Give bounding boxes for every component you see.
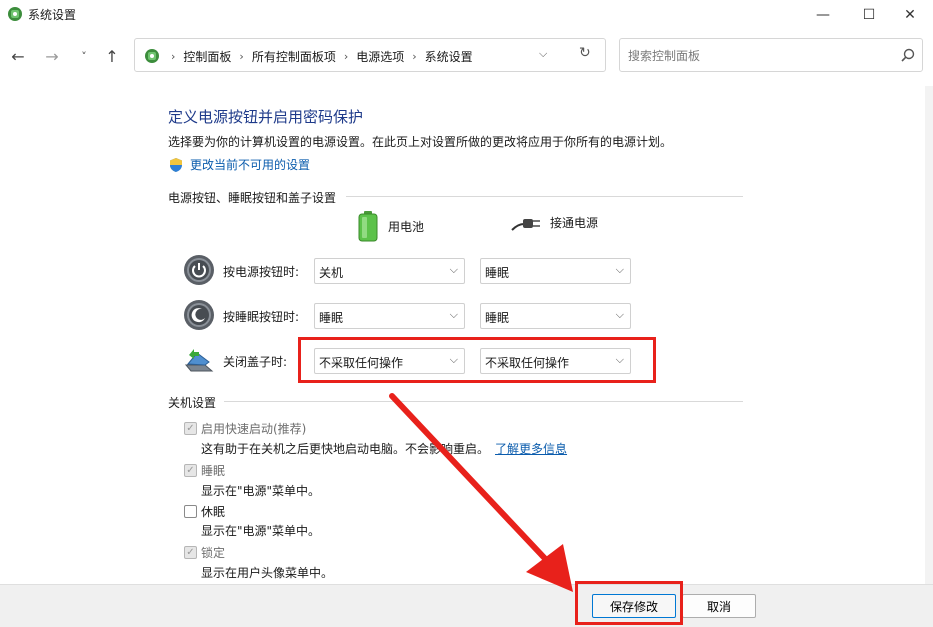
breadcrumb-power-options[interactable]: 电源选项 <box>356 48 404 65</box>
sleep-checkbox-description: 显示在"电源"菜单中。 <box>201 484 321 498</box>
breadcrumb: › 控制面板 › 所有控制面板项 › 电源选项 › 系统设置 <box>171 48 473 65</box>
learn-more-link[interactable]: 了解更多信息 <box>495 442 567 456</box>
annotation-highlight-save-button <box>575 581 683 625</box>
plugged-column-header: 接通电源 <box>510 210 598 234</box>
sleep-button-plugged-select[interactable]: 睡眠 ⌵ <box>480 303 631 329</box>
change-settings-link[interactable]: 更改当前不可用的设置 <box>168 156 310 173</box>
breadcrumb-system-settings[interactable]: 系统设置 <box>425 48 473 65</box>
close-button[interactable]: ✕ <box>887 0 933 30</box>
navigation-bar: ← → ˅ ↑ › 控制面板 › 所有控制面板项 › 电源选项 › 系统设置 ⌵… <box>0 30 933 86</box>
search-box[interactable] <box>619 38 923 72</box>
chevron-down-icon[interactable]: ⌵ <box>539 47 547 61</box>
hibernate-checkbox[interactable] <box>184 505 197 518</box>
hibernate-checkbox-label: 休眠 <box>201 505 226 519</box>
title-bar: 系统设置 — ☐ ✕ <box>0 0 933 30</box>
lock-checkbox-label: 锁定 <box>201 546 226 560</box>
chevron-right-icon: › <box>171 50 176 63</box>
cancel-button[interactable]: 取消 <box>682 594 756 618</box>
search-icon[interactable] <box>900 47 916 63</box>
select-value: 睡眠 <box>319 311 344 325</box>
power-button-label: 按电源按钮时: <box>223 265 300 279</box>
sleep-button-icon <box>184 300 214 330</box>
hibernate-checkbox-description: 显示在"电源"菜单中。 <box>201 524 321 538</box>
power-button-icon <box>184 255 214 285</box>
search-input[interactable] <box>628 47 888 65</box>
shutdown-section-heading: 关机设置 <box>168 396 217 410</box>
chevron-right-icon[interactable]: › <box>344 50 348 63</box>
select-value: 关机 <box>319 266 344 280</box>
lid-close-label: 关闭盖子时: <box>223 355 288 369</box>
maximize-button[interactable]: ☐ <box>846 0 892 30</box>
page-title: 定义电源按钮并启用密码保护 <box>168 108 364 126</box>
plugged-column-label: 接通电源 <box>550 215 599 230</box>
lock-checkbox-row[interactable]: ✓ 锁定 <box>184 544 225 561</box>
section-divider <box>346 196 743 197</box>
chevron-right-icon[interactable]: › <box>239 50 243 63</box>
fast-startup-label: 启用快速启动(推荐) <box>201 422 307 436</box>
select-value: 睡眠 <box>485 266 510 280</box>
footer-bar <box>0 584 933 627</box>
address-bar[interactable]: › 控制面板 › 所有控制面板项 › 电源选项 › 系统设置 ⌵ ↻ <box>134 38 606 72</box>
hibernate-checkbox-row[interactable]: 休眠 <box>184 503 225 520</box>
lock-checkbox-description: 显示在用户头像菜单中。 <box>201 566 334 580</box>
battery-column-header: 用电池 <box>356 210 424 242</box>
sleep-checkbox[interactable]: ✓ <box>184 464 197 477</box>
recent-locations-button[interactable]: ˅ <box>72 44 96 68</box>
select-value: 睡眠 <box>485 311 510 325</box>
fast-startup-checkbox[interactable]: ✓ <box>184 422 197 435</box>
sleep-checkbox-label: 睡眠 <box>201 464 226 478</box>
power-button-plugged-select[interactable]: 睡眠 ⌵ <box>480 258 631 284</box>
battery-column-label: 用电池 <box>388 219 425 234</box>
uac-shield-icon <box>170 157 182 172</box>
fast-startup-description: 这有助于在关机之后更快地启动电脑。不会影响重启。 了解更多信息 <box>201 440 567 457</box>
fast-startup-checkbox-row[interactable]: ✓ 启用快速启动(推荐) <box>184 420 306 437</box>
sleep-button-battery-select[interactable]: 睡眠 ⌵ <box>314 303 465 329</box>
power-button-battery-select[interactable]: 关机 ⌵ <box>314 258 465 284</box>
annotation-highlight-lid-selects <box>298 337 656 383</box>
chevron-down-icon: ⌵ <box>449 308 458 321</box>
battery-icon <box>358 211 378 242</box>
laptop-lid-icon <box>184 349 214 372</box>
page-description: 选择要为你的计算机设置的电源设置。在此页上对设置所做的更改将应用于你所有的电源计… <box>168 135 673 149</box>
chevron-right-icon[interactable]: › <box>412 50 416 63</box>
up-button[interactable]: ↑ <box>100 44 124 68</box>
chevron-down-icon: ⌵ <box>615 263 624 276</box>
power-plug-icon <box>511 219 540 231</box>
sleep-checkbox-row[interactable]: ✓ 睡眠 <box>184 462 225 479</box>
chevron-down-icon: ⌵ <box>449 263 458 276</box>
minimize-button[interactable]: — <box>800 0 846 30</box>
fast-startup-description-text: 这有助于在关机之后更快地启动电脑。不会影响重启。 <box>201 442 490 456</box>
scrollbar[interactable] <box>925 86 933 584</box>
window-title: 系统设置 <box>28 8 77 22</box>
content-area <box>0 86 933 584</box>
breadcrumb-all-items[interactable]: 所有控制面板项 <box>252 48 336 65</box>
section-divider <box>224 401 743 402</box>
control-panel-icon <box>145 49 159 63</box>
sleep-button-label: 按睡眠按钮时: <box>223 310 300 324</box>
forward-button[interactable]: → <box>40 44 64 68</box>
breadcrumb-control-panel[interactable]: 控制面板 <box>183 48 231 65</box>
back-button[interactable]: ← <box>6 44 30 68</box>
chevron-down-icon: ⌵ <box>615 308 624 321</box>
power-section-heading: 电源按钮、睡眠按钮和盖子设置 <box>168 191 337 205</box>
lock-checkbox[interactable]: ✓ <box>184 546 197 559</box>
control-panel-icon <box>8 7 22 21</box>
change-settings-link-text[interactable]: 更改当前不可用的设置 <box>190 156 310 173</box>
refresh-icon[interactable]: ↻ <box>579 45 591 61</box>
